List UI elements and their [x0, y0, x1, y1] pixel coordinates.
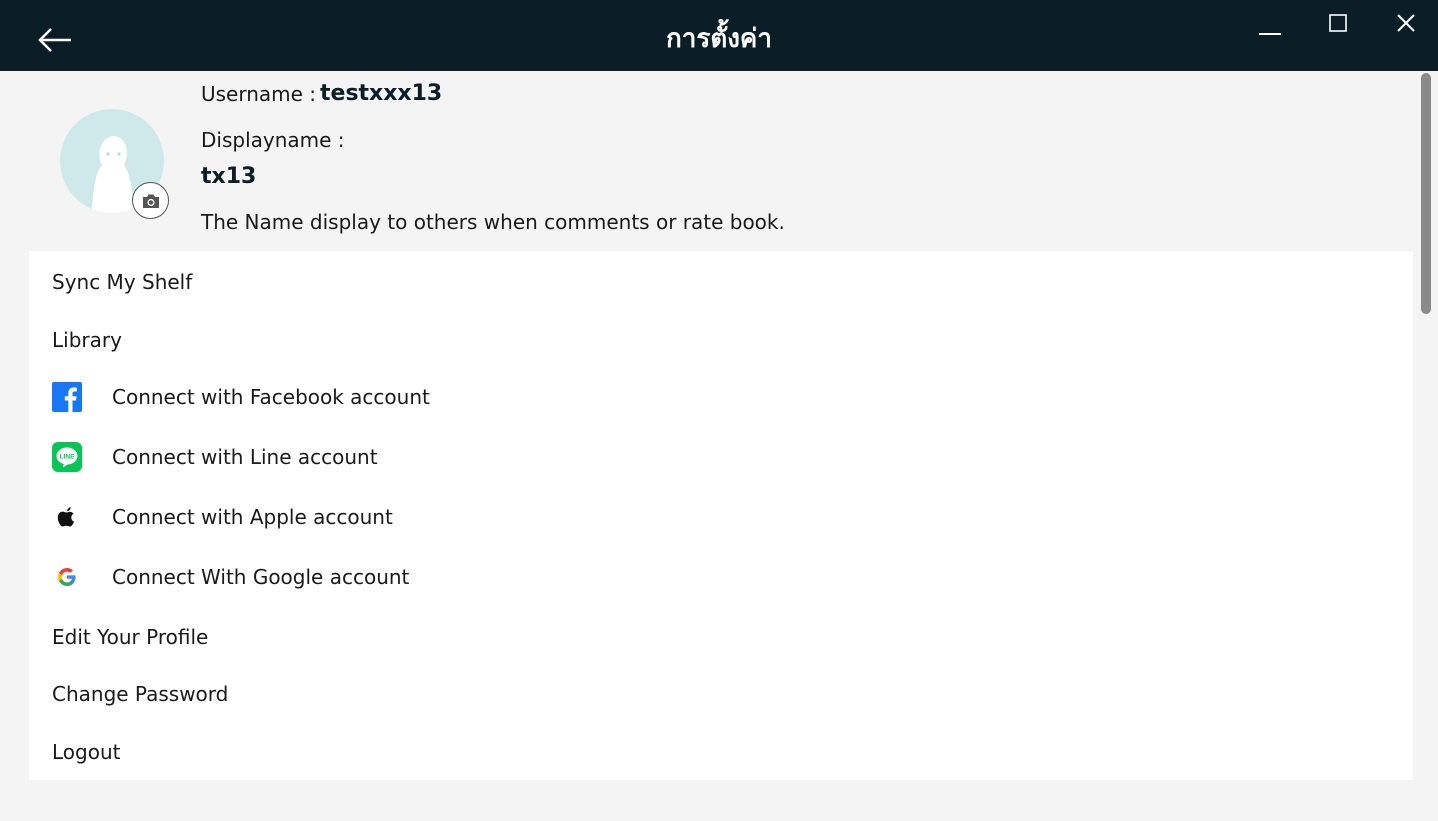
minimize-icon: [1259, 33, 1281, 35]
change-avatar-button[interactable]: [132, 182, 169, 219]
displayname-hint: The Name display to others when comments…: [201, 210, 785, 234]
menu-item-label: Edit Your Profile: [52, 625, 209, 649]
menu-item-connect-google[interactable]: Connect With Google account: [29, 552, 1413, 602]
menu-item-change-password[interactable]: Change Password: [29, 669, 1413, 719]
menu-item-connect-line[interactable]: LINE Connect with Line account: [29, 432, 1413, 482]
window-title: การตั้งค่า: [666, 24, 772, 54]
menu-item-connect-facebook[interactable]: Connect with Facebook account: [29, 372, 1413, 422]
menu-item-edit-profile[interactable]: Edit Your Profile: [29, 612, 1413, 662]
menu-item-connect-apple[interactable]: Connect with Apple account: [29, 492, 1413, 542]
close-icon: [1397, 14, 1415, 32]
vertical-scrollbar[interactable]: [1414, 71, 1438, 821]
displayname-value: tx13: [201, 164, 257, 189]
maximize-icon: [1329, 14, 1347, 32]
line-icon: LINE: [52, 442, 82, 472]
menu-item-label: Connect With Google account: [112, 565, 410, 589]
arrow-left-icon: [38, 28, 71, 52]
scrollbar-thumb[interactable]: [1421, 73, 1431, 314]
menu-item-sync-my-shelf[interactable]: Sync My Shelf: [29, 257, 1413, 307]
menu-item-label: Change Password: [52, 682, 229, 706]
settings-menu: Sync My Shelf Library Connect with Faceb…: [29, 251, 1413, 780]
close-button[interactable]: [1372, 0, 1438, 46]
minimize-button[interactable]: [1236, 0, 1304, 46]
menu-item-label: Connect with Apple account: [112, 505, 393, 529]
menu-item-label: Sync My Shelf: [52, 270, 193, 294]
menu-item-logout[interactable]: Logout: [29, 727, 1413, 777]
apple-icon: [52, 502, 82, 532]
facebook-icon: [52, 382, 82, 412]
menu-item-label: Library: [52, 328, 122, 352]
camera-icon: [142, 194, 159, 208]
menu-item-label: Connect with Facebook account: [112, 385, 430, 409]
username-value: testxxx13: [320, 81, 443, 106]
menu-item-library[interactable]: Library: [29, 315, 1413, 365]
maximize-button[interactable]: [1304, 0, 1372, 46]
menu-item-label: Connect with Line account: [112, 445, 378, 469]
back-button[interactable]: [36, 24, 76, 56]
menu-item-label: Logout: [52, 740, 121, 764]
displayname-label: Displayname :: [201, 128, 345, 152]
google-icon: [52, 562, 82, 592]
username-label: Username :: [201, 82, 317, 106]
title-bar: การตั้งค่า: [0, 0, 1438, 71]
svg-text:LINE: LINE: [59, 454, 75, 461]
profile-section: Username : testxxx13 Displayname : tx13 …: [0, 71, 1414, 251]
